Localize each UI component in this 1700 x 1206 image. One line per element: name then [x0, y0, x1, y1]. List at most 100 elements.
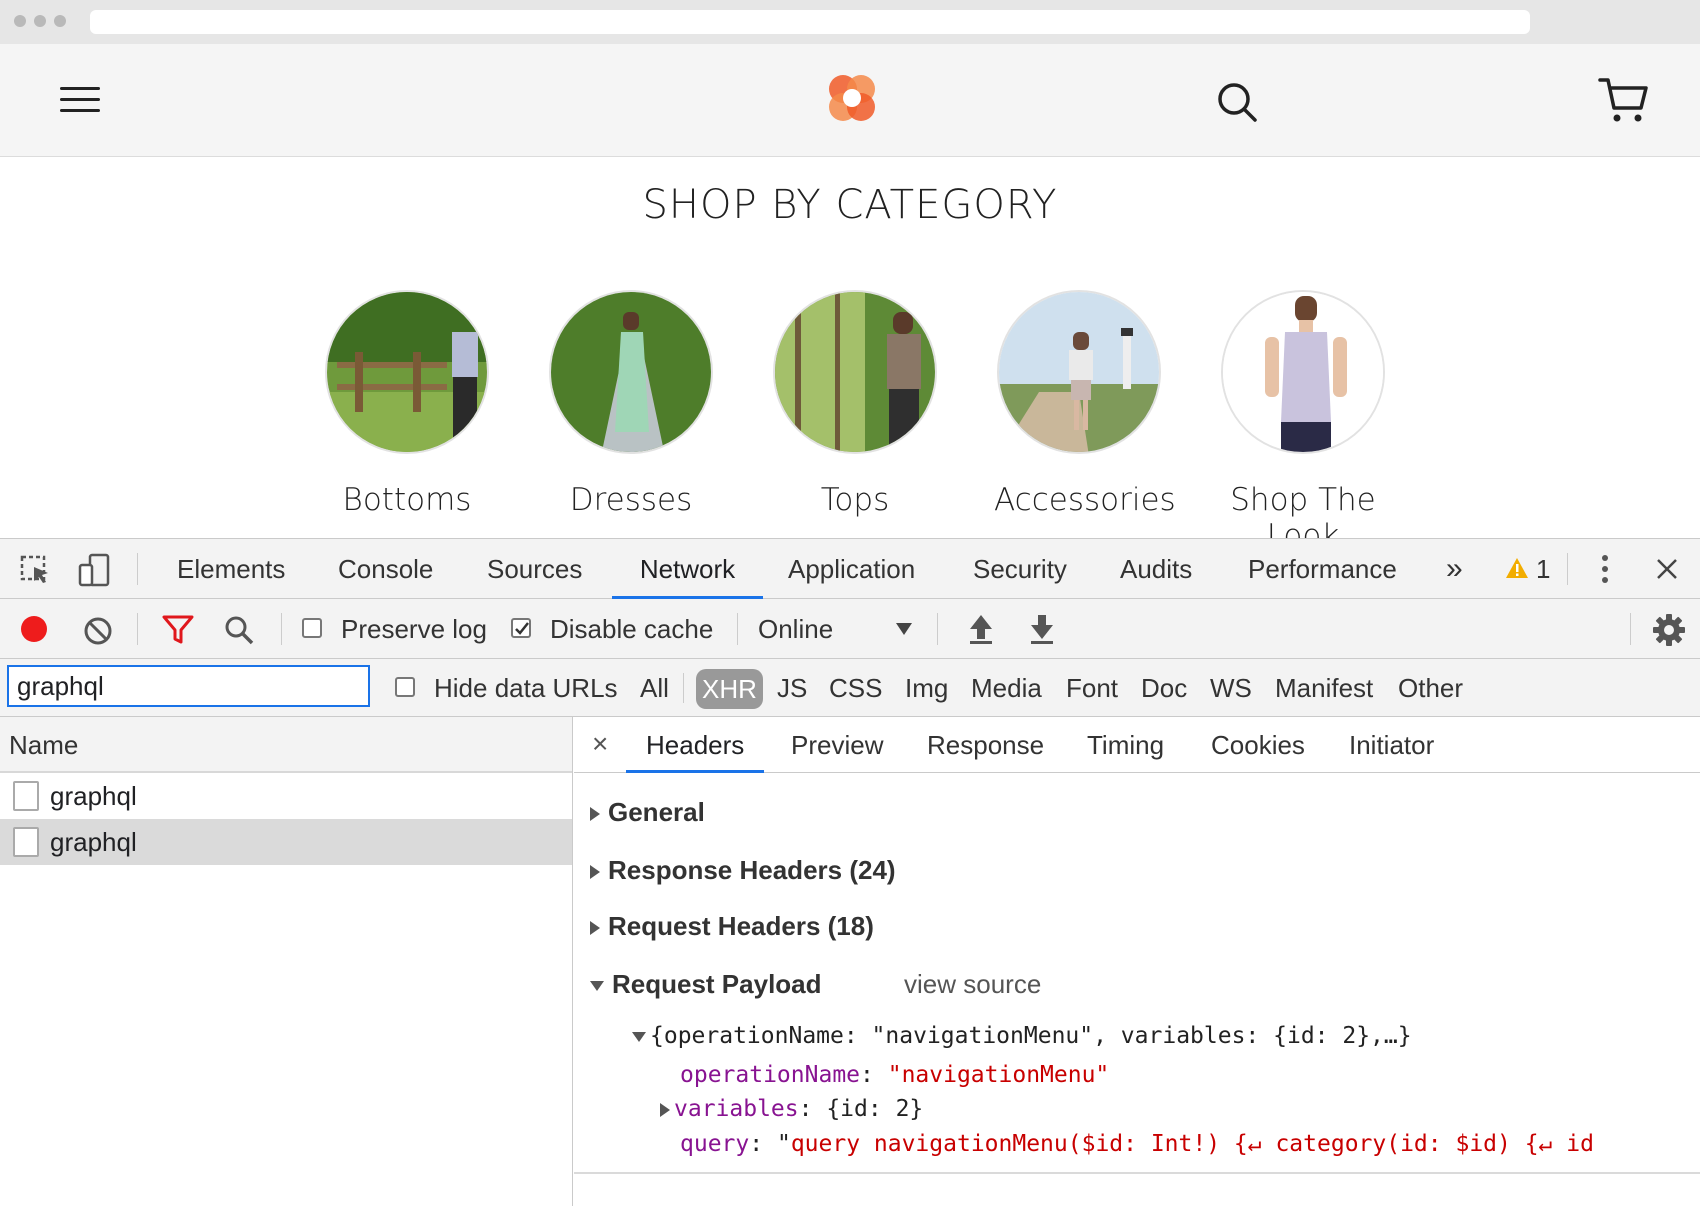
search-icon[interactable] [223, 614, 255, 646]
search-icon[interactable] [1215, 80, 1259, 124]
filter-type-other[interactable]: Other [1398, 659, 1463, 717]
devtools-tab-bar: Elements Console Sources Network Applica… [0, 539, 1700, 599]
filter-type-all[interactable]: All [640, 659, 669, 717]
window-dot-close[interactable] [14, 15, 26, 27]
device-toolbar-icon[interactable] [78, 553, 112, 587]
more-tabs-icon[interactable]: » [1446, 539, 1463, 599]
category-dresses[interactable]: Dresses [546, 290, 716, 518]
brand-logo-icon[interactable] [826, 72, 878, 124]
request-name: graphql [50, 781, 137, 811]
chevron-down-icon[interactable] [896, 623, 912, 635]
filter-type-manifest[interactable]: Manifest [1275, 659, 1373, 717]
detail-tab-bar: × Headers Preview Response Timing Cookie… [574, 717, 1700, 773]
category-label: Bottoms [342, 482, 472, 518]
payload-summary-text: {operationName: "navigationMenu", variab… [650, 1023, 1412, 1049]
checkmark-icon [515, 622, 529, 635]
filter-type-css[interactable]: CSS [829, 659, 882, 717]
tab-security[interactable]: Security [973, 539, 1067, 599]
section-request-headers[interactable]: Request Headers (18) [590, 911, 874, 942]
name-column-header[interactable]: Name [0, 717, 572, 773]
section-label: Response Headers (24) [608, 855, 896, 885]
filter-type-ws[interactable]: WS [1210, 659, 1252, 717]
address-bar[interactable] [90, 10, 1530, 34]
tab-application[interactable]: Application [788, 539, 915, 599]
filter-type-js[interactable]: JS [777, 659, 807, 717]
filter-type-img[interactable]: Img [905, 659, 948, 717]
hide-data-urls-checkbox[interactable] [395, 677, 415, 697]
close-devtools-icon[interactable] [1656, 558, 1678, 580]
inspect-element-icon[interactable] [20, 555, 52, 585]
record-icon[interactable] [19, 614, 49, 644]
warning-icon[interactable] [1505, 557, 1529, 579]
import-har-icon[interactable] [968, 613, 994, 645]
tab-network[interactable]: Network [612, 539, 763, 599]
disable-cache-checkbox[interactable] [511, 618, 531, 638]
payload-value: {id: 2} [826, 1096, 924, 1122]
payload-variables[interactable]: variables: {id: 2} [660, 1096, 923, 1122]
hide-data-urls-label: Hide data URLs [434, 673, 618, 703]
tab-audits[interactable]: Audits [1120, 539, 1192, 599]
window-dot-minimize[interactable] [34, 15, 46, 27]
payload-query: query: "query navigationMenu($id: Int!) … [680, 1131, 1594, 1157]
request-row-selected[interactable]: graphql [0, 819, 572, 865]
filter-input[interactable] [7, 665, 370, 707]
filter-type-xhr[interactable]: XHR [696, 669, 763, 709]
kebab-menu-icon[interactable] [1600, 553, 1610, 585]
tab-console[interactable]: Console [338, 539, 433, 599]
warning-count[interactable]: 1 [1536, 539, 1550, 599]
gear-icon[interactable] [1652, 613, 1686, 647]
tab-initiator[interactable]: Initiator [1349, 717, 1434, 773]
divider [574, 1172, 1700, 1174]
category-image [549, 290, 713, 454]
expand-arrow-icon [660, 1102, 670, 1117]
divider [281, 613, 282, 645]
section-response-headers[interactable]: Response Headers (24) [590, 855, 896, 886]
tab-timing[interactable]: Timing [1087, 717, 1164, 773]
payload-quote: " [776, 1131, 791, 1157]
category-tops[interactable]: Tops [770, 290, 940, 518]
section-label: General [608, 797, 705, 827]
throttling-select[interactable]: Online [758, 599, 833, 659]
payload-value: "navigationMenu" [887, 1062, 1110, 1088]
divider [683, 673, 684, 703]
payload-summary[interactable]: {operationName: "navigationMenu", variab… [632, 1023, 1412, 1049]
tab-response[interactable]: Response [927, 717, 1044, 773]
category-label: Shop The Look [1230, 482, 1376, 538]
tab-performance[interactable]: Performance [1248, 539, 1397, 599]
filter-type-doc[interactable]: Doc [1141, 659, 1187, 717]
filter-bar: Hide data URLs All XHR JS CSS Img Media … [0, 659, 1700, 717]
tab-elements[interactable]: Elements [177, 539, 285, 599]
section-label: Request Headers (18) [608, 911, 874, 941]
divider [137, 613, 138, 645]
request-detail: × Headers Preview Response Timing Cookie… [574, 717, 1700, 1206]
category-shop-the-look[interactable]: Shop The Look [1218, 290, 1388, 538]
category-image [1221, 290, 1385, 454]
request-list: Name graphql graphql [0, 717, 573, 1206]
request-row[interactable]: graphql [0, 773, 572, 819]
filter-icon[interactable] [162, 615, 194, 645]
category-bottoms[interactable]: Bottoms [322, 290, 492, 518]
filter-type-media[interactable]: Media [971, 659, 1042, 717]
payload-operation-name: operationName: "navigationMenu" [680, 1062, 1110, 1088]
clear-icon[interactable] [83, 616, 113, 646]
view-source-link[interactable]: view source [904, 969, 1041, 1000]
cart-icon[interactable] [1597, 74, 1649, 126]
tab-headers[interactable]: Headers [626, 717, 765, 773]
close-detail-icon[interactable]: × [592, 717, 608, 773]
category-label: Accessories [994, 482, 1176, 518]
filter-type-font[interactable]: Font [1066, 659, 1118, 717]
section-request-payload[interactable]: Request Payload view source [590, 969, 1290, 1000]
tab-preview[interactable]: Preview [791, 717, 883, 773]
preserve-log-checkbox[interactable] [302, 618, 322, 638]
window-dot-maximize[interactable] [54, 15, 66, 27]
browser-chrome [0, 0, 1700, 44]
tab-sources[interactable]: Sources [487, 539, 582, 599]
network-toolbar: Preserve log Disable cache Online [0, 599, 1700, 659]
tab-cookies[interactable]: Cookies [1211, 717, 1305, 773]
export-har-icon[interactable] [1029, 613, 1055, 645]
hamburger-menu-icon[interactable] [60, 87, 100, 113]
file-icon [13, 781, 39, 811]
request-name: graphql [50, 827, 137, 857]
category-accessories[interactable]: Accessories [994, 290, 1176, 518]
section-general[interactable]: General [590, 797, 705, 828]
